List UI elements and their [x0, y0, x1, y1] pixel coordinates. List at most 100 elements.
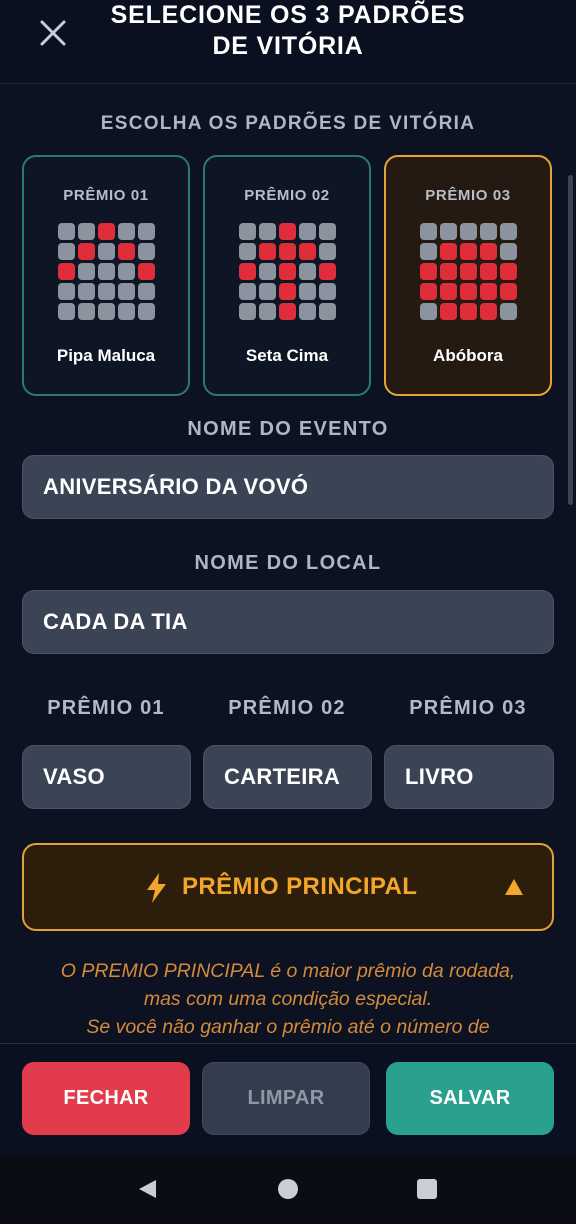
pattern-cell-marked: [480, 263, 497, 280]
pattern-cell: [299, 283, 316, 300]
pattern-cell-marked: [420, 283, 437, 300]
pattern-cell-marked: [440, 263, 457, 280]
location-name-input[interactable]: CADA DA TIA: [22, 590, 554, 654]
pattern-cell: [138, 223, 155, 240]
pattern-cell: [299, 263, 316, 280]
pattern-cell: [319, 303, 336, 320]
save-button[interactable]: SALVAR: [386, 1062, 554, 1135]
prize-1-input[interactable]: VASO: [22, 745, 191, 809]
pattern-cell: [98, 243, 115, 260]
pattern-cell: [78, 283, 95, 300]
pattern-cell: [118, 283, 135, 300]
prize-3-input[interactable]: LIVRO: [384, 745, 554, 809]
pattern-cell: [239, 303, 256, 320]
pattern-cell-marked: [319, 263, 336, 280]
location-name-label: NOME DO LOCAL: [194, 552, 382, 574]
info-line-3: Se você não ganhar o prêmio até o número…: [86, 1016, 490, 1038]
main-prize-label: PRÊMIO PRINCIPAL: [182, 873, 418, 900]
pattern-cell-marked: [259, 243, 276, 260]
pattern-cell: [98, 283, 115, 300]
pattern-card-3[interactable]: PRÊMIO 03 Abóbora: [384, 155, 552, 396]
pattern-cell: [98, 303, 115, 320]
pattern-cell-marked: [98, 223, 115, 240]
pattern-cell: [78, 303, 95, 320]
pattern-cell: [500, 303, 517, 320]
pattern-cell: [500, 223, 517, 240]
pattern-cell: [138, 303, 155, 320]
pattern-cell-marked: [279, 283, 296, 300]
recents-icon[interactable]: [416, 1178, 438, 1200]
close-form-button[interactable]: FECHAR: [22, 1062, 190, 1135]
pattern-cell-marked: [420, 263, 437, 280]
header: SELECIONE OS 3 PADRÕES DE VITÓRIA: [0, 0, 576, 84]
pattern-cell-marked: [500, 263, 517, 280]
pattern-cell: [480, 223, 497, 240]
system-nav-bar: [0, 1155, 576, 1224]
pattern-cell: [420, 303, 437, 320]
main-prize-toggle[interactable]: PRÊMIO PRINCIPAL: [22, 843, 554, 931]
pattern-cell-marked: [78, 243, 95, 260]
pattern-cell: [98, 263, 115, 280]
clear-button[interactable]: LIMPAR: [202, 1062, 370, 1135]
pattern-cell-marked: [440, 243, 457, 260]
pattern-cell: [239, 283, 256, 300]
event-name-input[interactable]: ANIVERSÁRIO DA VOVÓ: [22, 455, 554, 519]
pattern-cell-marked: [480, 303, 497, 320]
prize-2-input[interactable]: CARTEIRA: [203, 745, 372, 809]
pattern-card-label: PRÊMIO 01: [63, 187, 149, 204]
pattern-cell: [500, 243, 517, 260]
pattern-cell: [259, 263, 276, 280]
form-content[interactable]: ESCOLHA OS PADRÕES DE VITÓRIA PRÊMIO 01 …: [0, 85, 576, 1043]
pattern-card-name: Abóbora: [433, 346, 503, 365]
pattern-cell: [239, 243, 256, 260]
pattern-cell: [259, 223, 276, 240]
pattern-cell-marked: [138, 263, 155, 280]
pattern-cell-marked: [279, 243, 296, 260]
pattern-cell-marked: [480, 243, 497, 260]
pattern-cell-marked: [440, 283, 457, 300]
prize-1-label: PRÊMIO 01: [47, 697, 165, 719]
home-icon[interactable]: [277, 1178, 299, 1200]
pattern-cell: [259, 303, 276, 320]
pattern-cell: [440, 223, 457, 240]
pattern-card-label: PRÊMIO 02: [244, 187, 330, 204]
pattern-cell: [319, 283, 336, 300]
pattern-cell-marked: [440, 303, 457, 320]
pattern-grid: [420, 223, 518, 320]
pattern-cell: [138, 243, 155, 260]
close-icon: [40, 20, 66, 46]
pattern-cell: [299, 303, 316, 320]
pattern-cell: [58, 223, 75, 240]
pattern-cell: [58, 283, 75, 300]
pattern-cell: [420, 223, 437, 240]
pattern-cell: [239, 223, 256, 240]
pattern-cell: [460, 223, 477, 240]
pattern-cell: [78, 223, 95, 240]
pattern-cell: [259, 283, 276, 300]
pattern-cell-marked: [500, 283, 517, 300]
footer-actions: FECHAR LIMPAR SALVAR: [0, 1043, 576, 1155]
pattern-card-label: PRÊMIO 03: [425, 187, 511, 204]
main-prize-info-text: O PREMIO PRINCIPAL é o maior prêmio da r…: [0, 957, 576, 1041]
pattern-card-name: Seta Cima: [245, 346, 329, 365]
scrollbar[interactable]: [568, 175, 573, 505]
close-button[interactable]: [34, 14, 72, 52]
pattern-card-2[interactable]: PRÊMIO 02 Seta Cima: [203, 155, 371, 396]
info-line-2: mas com uma condição especial.: [143, 988, 433, 1010]
pattern-grid: [239, 223, 337, 320]
pattern-cell: [118, 223, 135, 240]
caret-up-icon: [505, 879, 523, 895]
patterns-section-label: ESCOLHA OS PADRÕES DE VITÓRIA: [100, 113, 476, 134]
pattern-cell: [319, 223, 336, 240]
back-icon[interactable]: [136, 1178, 158, 1200]
pattern-cell: [118, 263, 135, 280]
pattern-cell-marked: [480, 283, 497, 300]
pattern-cell-marked: [460, 263, 477, 280]
pattern-cell-marked: [239, 263, 256, 280]
pattern-card-1[interactable]: PRÊMIO 01 Pipa Maluca: [22, 155, 190, 396]
pattern-cell: [58, 243, 75, 260]
info-line-1: O PREMIO PRINCIPAL é o maior prêmio da r…: [60, 960, 516, 982]
pattern-card-name: Pipa Maluca: [56, 346, 156, 365]
page-title-line-1: SELECIONE OS 3 PADRÕES: [110, 1, 466, 29]
pattern-cell-marked: [118, 243, 135, 260]
